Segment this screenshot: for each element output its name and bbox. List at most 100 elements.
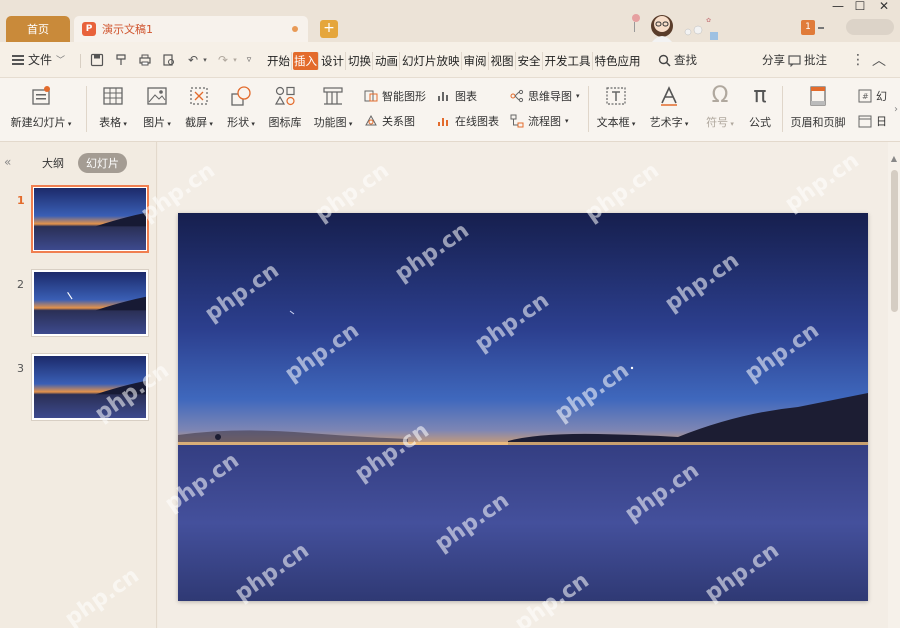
close-button[interactable]: ✕ <box>874 0 894 14</box>
file-menu-label: 文件 <box>28 53 53 67</box>
new-slide-label: 新建幻灯片 <box>10 116 66 129</box>
undo-dropdown-icon[interactable]: ▾ <box>198 53 212 67</box>
screenshot-icon <box>187 84 211 108</box>
slide-thumbnail-3[interactable] <box>31 353 149 421</box>
more-options-icon[interactable]: ⋮ <box>851 52 865 68</box>
menu-bar: 文件 ﹀ ↶ ▾ ↷ ▾ ▿ 开始 插入 设计 切换 动画 幻灯片放映 审阅 视… <box>0 42 900 78</box>
screenshot-button[interactable]: 截屏 ▾ <box>180 84 218 130</box>
share-button[interactable]: 分享 <box>762 52 785 68</box>
smart-graphic-button[interactable]: 智能图形 <box>364 88 426 104</box>
collapse-panel-icon[interactable]: « <box>4 155 11 169</box>
slide-number-button[interactable]: # 幻 <box>858 88 887 104</box>
art-text-button[interactable]: 艺术字 ▾ <box>646 84 692 130</box>
slide-number-label: 幻 <box>876 90 887 103</box>
ribbon-tabs: 开始 插入 设计 切换 动画 幻灯片放映 审阅 视图 安全 开发工具 特色应用 <box>266 52 643 70</box>
divider <box>588 86 589 132</box>
scroll-up-icon[interactable]: ▲ <box>888 154 900 163</box>
comment-button[interactable]: 批注 <box>788 52 827 68</box>
ribbon-scroll-right-icon[interactable]: › <box>894 104 898 115</box>
maximize-button[interactable]: ☐ <box>850 0 870 14</box>
unsaved-dot-icon[interactable] <box>292 26 298 32</box>
tab-security[interactable]: 安全 <box>517 52 543 70</box>
comment-icon <box>788 54 801 67</box>
search-label: 查找 <box>674 53 697 67</box>
new-tab-button[interactable]: + <box>320 20 338 38</box>
tab-document[interactable]: P 演示文稿1 <box>74 16 308 42</box>
print-icon[interactable] <box>138 53 152 67</box>
search-command[interactable]: 查找 <box>658 52 697 68</box>
divider <box>782 86 783 132</box>
slide-thumbnail-1[interactable] <box>31 185 149 253</box>
notification-badge[interactable]: 1 <box>801 20 815 35</box>
print-preview-icon[interactable] <box>162 53 176 67</box>
redo-dropdown-icon[interactable]: ▾ <box>228 53 242 67</box>
date-time-label: 日 <box>876 115 887 128</box>
textbox-button[interactable]: 文本框 ▾ <box>594 84 638 130</box>
tab-view[interactable]: 视图 <box>490 52 516 70</box>
symbol-label: 符号 <box>706 116 729 129</box>
thumb-number: 1 <box>17 194 25 207</box>
calendar-icon <box>858 114 872 128</box>
art-text-icon <box>657 84 681 108</box>
smart-graphic-label: 智能图形 <box>382 90 426 103</box>
date-time-button[interactable]: 日 <box>858 113 887 129</box>
formula-label: 公式 <box>749 116 771 129</box>
slide-thumbnail-image <box>34 188 146 250</box>
table-icon <box>101 84 125 108</box>
tab-transition[interactable]: 切换 <box>347 52 373 70</box>
table-button[interactable]: 表格 ▾ <box>94 84 132 130</box>
tab-start[interactable]: 开始 <box>266 52 292 70</box>
save-icon[interactable] <box>90 53 104 67</box>
tab-insert[interactable]: 插入 <box>293 52 319 70</box>
function-chart-button[interactable]: 功能图 ▾ <box>310 84 356 130</box>
tab-developer[interactable]: 开发工具 <box>544 52 593 70</box>
tab-features[interactable]: 特色应用 <box>594 52 642 70</box>
slides-tab[interactable]: 幻灯片 <box>78 153 127 173</box>
divider <box>86 86 87 132</box>
slide-thumbnail-2[interactable] <box>31 269 149 337</box>
chart-button[interactable]: 图表 <box>437 88 477 104</box>
shape-label: 形状 <box>227 116 250 129</box>
icon-library-button[interactable]: 图标库 <box>266 84 304 130</box>
insert-ribbon: 新建幻灯片 ▾ 表格 ▾ 图片 ▾ 截屏 ▾ 形状 ▾ 图标库 功能图 ▾ 智能… <box>0 78 900 142</box>
minimize-button[interactable]: — <box>828 0 848 14</box>
flow-chart-button[interactable]: 流程图 ▾ <box>510 113 569 129</box>
tab-home[interactable]: 首页 <box>6 16 70 42</box>
online-chart-button[interactable]: 在线图表 <box>437 113 499 129</box>
screenshot-label: 截屏 <box>185 116 208 129</box>
icon-library-icon <box>273 84 297 108</box>
mind-map-icon <box>510 89 524 103</box>
picture-button[interactable]: 图片 ▾ <box>138 84 176 130</box>
current-slide[interactable] <box>178 213 868 601</box>
mascot-illustration: ✿ <box>632 14 718 42</box>
tab-animation[interactable]: 动画 <box>374 52 400 70</box>
outline-tab[interactable]: 大纲 <box>34 153 72 173</box>
shape-icon <box>229 84 253 108</box>
tab-review[interactable]: 审阅 <box>463 52 489 70</box>
thumb-number: 2 <box>17 278 24 291</box>
tab-home-label: 首页 <box>27 23 49 36</box>
flow-chart-icon <box>510 114 524 128</box>
customize-toolbar-icon[interactable]: ▿ <box>242 53 256 67</box>
symbol-button[interactable]: Ω 符号 ▾ <box>702 84 738 130</box>
collapse-ribbon-icon[interactable]: ︿ <box>872 50 886 70</box>
relation-chart-button[interactable]: 关系图 <box>364 113 415 129</box>
shape-button[interactable]: 形状 ▾ <box>222 84 260 130</box>
new-slide-button[interactable]: 新建幻灯片 ▾ <box>8 84 74 130</box>
pi-icon: π <box>753 83 767 108</box>
file-menu[interactable]: 文件 ﹀ <box>12 51 65 68</box>
svg-text:✿: ✿ <box>706 17 711 24</box>
scroll-thumb[interactable] <box>891 170 898 312</box>
formula-button[interactable]: π 公式 <box>744 84 776 130</box>
tab-design[interactable]: 设计 <box>320 52 346 70</box>
flow-chart-label: 流程图 <box>528 115 561 128</box>
chevron-down-icon: ﹀ <box>56 56 66 66</box>
slide-thumbnail-image <box>34 356 146 418</box>
vertical-scrollbar[interactable]: ▲ <box>888 142 900 628</box>
online-chart-label: 在线图表 <box>455 115 499 128</box>
mind-map-button[interactable]: 思维导图 ▾ <box>510 88 580 104</box>
format-painter-icon[interactable] <box>114 53 128 67</box>
tab-slideshow[interactable]: 幻灯片放映 <box>401 52 462 70</box>
header-footer-button[interactable]: 页眉和页脚 <box>788 84 848 130</box>
user-avatar[interactable] <box>846 19 894 35</box>
